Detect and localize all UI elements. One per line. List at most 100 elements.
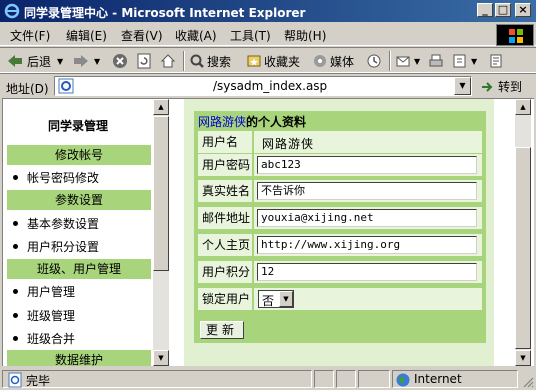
address-dropdown-button[interactable]: ▼: [454, 77, 471, 95]
favorites-icon: [247, 55, 261, 67]
search-icon: [190, 54, 204, 68]
nav-section-settings: 参数设置: [7, 190, 151, 210]
mail-button[interactable]: ▼: [395, 51, 420, 71]
realname-input[interactable]: 不告诉你: [257, 182, 477, 200]
stop-icon: [113, 54, 127, 68]
page-done-icon: [8, 372, 22, 388]
left-frame-scrollbar[interactable]: ▲ ▼: [153, 99, 169, 366]
nav-title: 同学录管理: [47, 119, 108, 133]
forward-dropdown-icon[interactable]: ▼: [94, 57, 100, 66]
menu-file[interactable]: 文件(F): [10, 27, 50, 44]
go-button[interactable]: 转到: [480, 78, 522, 95]
mail-dropdown-icon[interactable]: ▼: [414, 57, 420, 66]
refresh-icon: [137, 53, 151, 69]
search-button[interactable]: 搜索: [189, 51, 231, 71]
address-input[interactable]: /sysadm_index.asp ▼: [54, 76, 472, 96]
label-realname: 真实姓名: [198, 180, 252, 202]
zone-text: Internet: [414, 372, 462, 386]
windows-logo-icon: [509, 29, 523, 43]
internet-globe-icon: [396, 373, 410, 387]
nav-link-merge-classes[interactable]: 班级合并: [13, 330, 75, 347]
media-icon: [314, 55, 326, 67]
main-scrollbar[interactable]: ▲ ▼: [515, 99, 531, 366]
scroll-down-button[interactable]: ▼: [153, 350, 169, 366]
status-bar: 完毕 Internet: [0, 368, 536, 390]
back-dropdown-icon[interactable]: ▼: [57, 57, 63, 66]
window-titlebar[interactable]: 同学录管理中心 - Microsoft Internet Explorer _ …: [0, 0, 536, 22]
home-button[interactable]: [160, 51, 176, 71]
print-button[interactable]: [428, 51, 444, 71]
nav-section-maintenance: 数据维护: [7, 350, 151, 366]
scroll-up-button[interactable]: ▲: [153, 99, 169, 115]
ie-logo-icon: [4, 3, 20, 19]
lock-user-select[interactable]: 否 ▼: [258, 290, 294, 308]
label-points: 用户积分: [198, 261, 252, 283]
toolbar-separator: [389, 51, 391, 71]
stop-button[interactable]: [112, 51, 128, 71]
nav-link-points-settings[interactable]: 用户积分设置: [13, 238, 99, 255]
address-label: 地址(D): [6, 82, 49, 96]
main-frame: 用户名 网路游侠 用户密码 abc123 真实姓名 不告诉你 邮件地址 youx…: [170, 99, 515, 366]
maximize-button[interactable]: □: [495, 3, 511, 17]
mail-icon: [396, 56, 410, 67]
homepage-input[interactable]: http://www.xijing.org: [257, 236, 477, 254]
scroll-thumb[interactable]: [153, 116, 169, 271]
toolbar-separator: [183, 51, 185, 71]
ie-page-icon: [58, 78, 74, 94]
menu-bar: 文件(F) 编辑(E) 查看(V) 收藏(A) 工具(T) 帮助(H): [0, 22, 536, 46]
media-button[interactable]: 媒体: [312, 51, 354, 71]
history-icon: [367, 54, 381, 68]
resize-grip-icon[interactable]: [522, 376, 534, 388]
main-scroll-down-button[interactable]: ▼: [515, 350, 531, 366]
close-button[interactable]: ×: [515, 3, 531, 17]
label-username: 用户名: [198, 131, 252, 153]
menu-view[interactable]: 查看(V): [121, 27, 163, 44]
menu-help[interactable]: 帮助(H): [284, 27, 326, 44]
menu-edit[interactable]: 编辑(E): [66, 27, 107, 44]
label-lock: 锁定用户: [198, 288, 252, 310]
main-scroll-up-button[interactable]: ▲: [515, 99, 531, 115]
nav-section-account: 修改帐号: [7, 145, 151, 165]
nav-link-classes[interactable]: 班级管理: [13, 307, 75, 324]
select-dropdown-icon[interactable]: ▼: [279, 291, 293, 307]
refresh-button[interactable]: [136, 51, 152, 71]
ie-throbber: [496, 24, 534, 46]
cell-username: 网路游侠: [254, 131, 482, 153]
profile-heading: 网路游侠的个人资料: [198, 113, 306, 130]
print-icon: [429, 54, 443, 67]
back-button[interactable]: 后退 ▼: [6, 51, 63, 71]
left-nav-frame: 同学录管理 修改帐号 帐号密码修改 参数设置 基本参数设置 用户积分设置 班级、…: [3, 99, 153, 366]
username-value: 网路游侠: [262, 137, 315, 151]
edit-button[interactable]: ▼: [452, 51, 477, 71]
profile-panel: 用户名 网路游侠 用户密码 abc123 真实姓名 不告诉你 邮件地址 youx…: [194, 111, 486, 343]
menu-tools[interactable]: 工具(T): [230, 27, 271, 44]
main-scroll-thumb[interactable]: [515, 147, 531, 349]
address-url: /sysadm_index.asp: [213, 79, 328, 93]
lock-user-value: 否: [262, 294, 275, 308]
label-email: 邮件地址: [198, 207, 252, 229]
standard-toolbar: 后退 ▼ ▼ 搜索 收藏夹 媒体 ▼ ▼: [0, 47, 536, 73]
email-input[interactable]: youxia@xijing.net: [257, 209, 477, 227]
browser-viewport: 同学录管理 修改帐号 帐号密码修改 参数设置 基本参数设置 用户积分设置 班级、…: [2, 98, 534, 366]
password-input[interactable]: abc123: [257, 156, 477, 174]
history-button[interactable]: [366, 51, 382, 71]
profile-heading-name: 网路游侠: [198, 115, 247, 129]
nav-link-password[interactable]: 帐号密码修改: [13, 169, 99, 186]
points-input[interactable]: 12: [257, 263, 477, 281]
nav-section-management: 班级、用户管理: [7, 259, 151, 279]
nav-link-users[interactable]: 用户管理: [13, 283, 75, 300]
nav-link-basic-settings[interactable]: 基本参数设置: [13, 215, 99, 232]
menu-favorites[interactable]: 收藏(A): [175, 27, 217, 44]
minimize-button[interactable]: _: [477, 3, 493, 17]
favorites-button[interactable]: 收藏夹: [246, 51, 300, 71]
discuss-icon: [490, 54, 502, 68]
discuss-button[interactable]: [488, 51, 504, 71]
edit-icon: [453, 54, 466, 68]
update-button[interactable]: 更新: [200, 321, 244, 339]
profile-heading-suffix: 的个人资料: [246, 115, 307, 129]
forward-button[interactable]: ▼: [72, 51, 100, 71]
label-password: 用户密码: [198, 154, 252, 176]
status-text: 完毕: [26, 374, 51, 388]
label-homepage: 个人主页: [198, 234, 252, 256]
edit-dropdown-icon[interactable]: ▼: [471, 57, 477, 66]
